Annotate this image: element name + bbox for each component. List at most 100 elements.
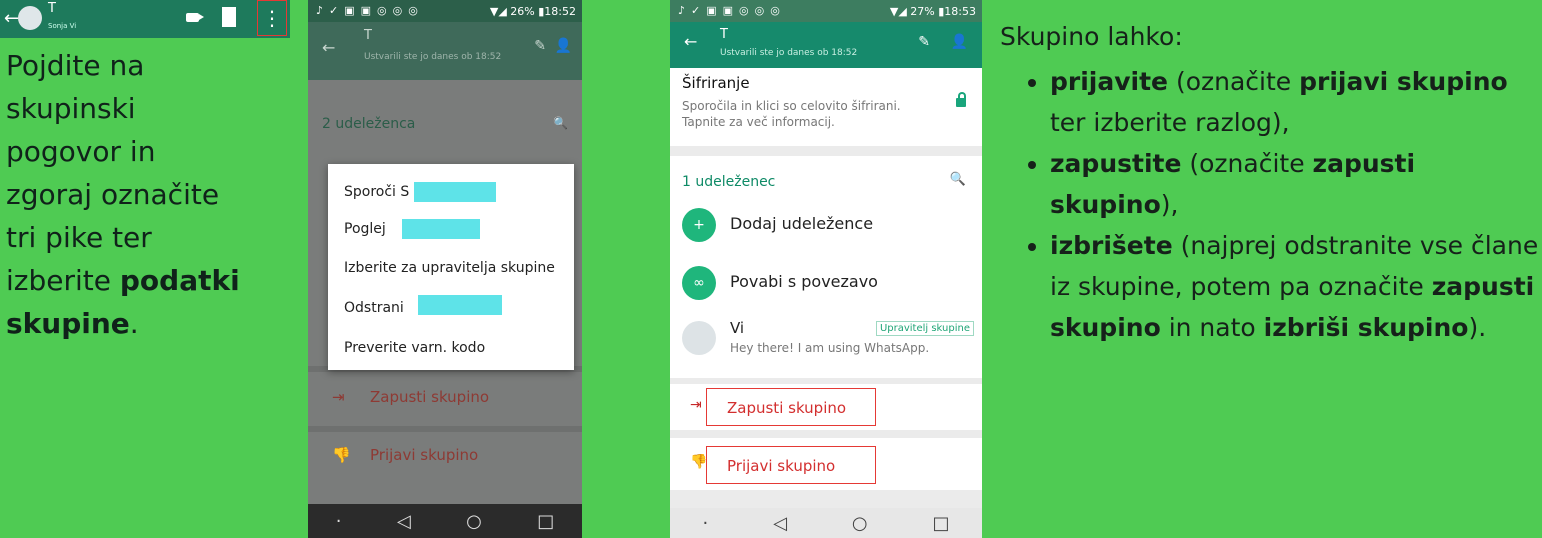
group-title: T: [364, 28, 372, 43]
option-text: in nato: [1160, 313, 1264, 342]
option-text: ),: [1160, 190, 1179, 219]
video-call-icon[interactable]: [186, 13, 204, 22]
nav-dot-icon: ·: [335, 510, 342, 532]
instruction-line: zgoraj označite: [6, 178, 220, 211]
option-leave: zapustite (označite zapusti skupino),: [1050, 143, 1540, 225]
dialog-item-view[interactable]: Poglej: [344, 221, 386, 237]
add-participants-label[interactable]: Dodaj udeležence: [730, 214, 873, 233]
nav-home-icon[interactable]: ○: [466, 511, 482, 532]
nav-recents-icon[interactable]: □: [537, 511, 554, 532]
edit-pencil-icon[interactable]: ✎: [918, 34, 930, 50]
instruction-bold: podatki: [119, 264, 240, 297]
redaction-box: [414, 182, 496, 202]
status-info: ▼◢ 27% ▮18:53: [889, 5, 976, 18]
exit-icon: ⇥: [332, 388, 345, 406]
nav-dot-icon: ·: [702, 512, 709, 534]
participants-count: 2 udeleženca: [322, 116, 416, 132]
link-icon: ∞: [682, 266, 716, 300]
dialog-item-verify-code[interactable]: Preverite varn. kodo: [344, 340, 485, 356]
invite-link-label[interactable]: Povabi s povezavo: [730, 272, 878, 291]
android-nav-bar: · ◁ ○ □: [670, 508, 982, 538]
nav-recents-icon[interactable]: □: [933, 513, 950, 534]
participants-card: 1 udeleženec 🔍 + Dodaj udeležence ∞ Pova…: [670, 156, 982, 378]
phone-call-icon[interactable]: ✆: [222, 7, 237, 27]
status-battery: 27%: [910, 5, 935, 18]
phone-screenshot-group-info: ♪✓▣▣◎◎◎ ▼◢ 27% ▮18:53 ← T Ustvarili ste …: [670, 0, 982, 538]
search-icon[interactable]: 🔍: [553, 116, 568, 130]
group-header: ← T Ustvarili ste jo danes ob 18:52 ✎ 👤: [308, 22, 582, 80]
status-icons: ♪✓▣▣◎◎◎: [678, 4, 786, 17]
exit-icon: ⇥: [690, 397, 702, 413]
more-options-icon[interactable]: ⋮: [257, 0, 287, 36]
chat-subtitle: Sonja Vi: [48, 22, 77, 30]
admin-badge: Upravitelj skupine: [875, 321, 974, 336]
option-bold: prijavite: [1050, 67, 1169, 96]
thumbs-down-icon: 👎: [690, 454, 708, 470]
status-icons: ♪✓▣▣◎◎◎: [316, 4, 424, 17]
add-user-icon[interactable]: 👤: [555, 38, 572, 54]
thumbs-down-icon: 👎: [332, 446, 351, 464]
group-subtitle: Ustvarili ste jo danes ob 18:52: [720, 48, 858, 58]
instruction-bold: skupine: [6, 307, 130, 340]
status-bar: ♪✓▣▣◎◎◎ ▼◢ 26% ▮18:52: [308, 0, 582, 22]
participant-options-dialog: Sporoči S Poglej Izberite za upravitelja…: [328, 164, 574, 370]
group-header: ← T Ustvarili ste jo danes ob 18:52 ✎ 👤: [670, 22, 982, 68]
option-delete: izbrišete (najprej odstranite vse člane …: [1050, 225, 1540, 348]
chat-topbar: ← T Sonja Vi ✆ ⋮: [0, 0, 290, 38]
back-arrow-icon[interactable]: ←: [684, 32, 697, 51]
status-info: ▼◢ 26% ▮18:52: [489, 5, 576, 18]
encryption-card[interactable]: Šifriranje Sporočila in klici so celovit…: [670, 68, 982, 146]
status-battery: 26%: [510, 5, 535, 18]
leave-group-label: Zapusti skupino: [370, 388, 490, 406]
instruction-line: Pojdite na: [6, 49, 145, 82]
leave-group-row[interactable]: ⇥ Zapusti skupino: [308, 366, 582, 424]
option-text: (označite: [1181, 149, 1313, 178]
exit-group-label[interactable]: Zapusti skupino: [706, 388, 876, 426]
report-group-row[interactable]: 👎 Prijavi skupino: [670, 438, 982, 490]
nav-back-icon[interactable]: ◁: [397, 511, 411, 532]
nav-home-icon[interactable]: ○: [852, 513, 868, 534]
dialog-item-remove[interactable]: Odstrani: [344, 300, 404, 316]
encryption-title: Šifriranje: [682, 74, 750, 92]
add-participant-icon: +: [682, 208, 716, 242]
avatar: [682, 321, 716, 355]
dialog-item-message[interactable]: Sporoči S: [344, 184, 409, 200]
instruction-line: skupine.: [6, 302, 286, 345]
back-arrow-icon[interactable]: ←: [322, 38, 335, 57]
me-name: Vi: [730, 319, 745, 337]
android-nav-bar: · ◁ ○ □: [308, 504, 582, 538]
option-bold: izbrišete: [1050, 231, 1173, 260]
instruction-line: pogovor in: [6, 135, 156, 168]
status-time: 18:52: [544, 5, 576, 18]
lock-icon: [956, 92, 966, 107]
instruction-end: .: [129, 307, 139, 340]
chat-title[interactable]: T: [48, 1, 56, 16]
phone-screenshot-dialog: ♪✓▣▣◎◎◎ ▼◢ 26% ▮18:52 ← T Ustvarili ste …: [308, 0, 582, 538]
report-group-row[interactable]: 👎 Prijavi skupino: [308, 426, 582, 484]
instruction-text: Pojdite na skupinski pogovor in zgoraj o…: [6, 44, 286, 345]
exit-group-row[interactable]: ⇥ Zapusti skupino: [670, 384, 982, 430]
avatar[interactable]: [18, 6, 42, 30]
redaction-box: [418, 295, 502, 315]
back-arrow-icon[interactable]: ←: [4, 8, 19, 29]
option-text: (označite: [1168, 67, 1300, 96]
add-user-icon[interactable]: 👤: [951, 34, 968, 50]
options-list: prijavite (označite prijavi skupino ter …: [1030, 61, 1540, 348]
group-title: T: [720, 27, 728, 42]
nav-back-icon[interactable]: ◁: [773, 513, 787, 534]
dialog-item-make-admin[interactable]: Izberite za upravitelja skupine: [344, 260, 555, 276]
search-icon[interactable]: 🔍: [950, 172, 966, 187]
me-status: Hey there! I am using WhatsApp.: [730, 341, 930, 355]
edit-pencil-icon[interactable]: ✎: [534, 38, 546, 54]
instruction-line: tri pike ter: [6, 221, 152, 254]
report-group-label[interactable]: Prijavi skupino: [706, 446, 876, 484]
report-group-label: Prijavi skupino: [370, 446, 479, 464]
status-bar: ♪✓▣▣◎◎◎ ▼◢ 27% ▮18:53: [670, 0, 982, 22]
redaction-box: [402, 219, 480, 239]
option-bold: prijavi skupino: [1299, 67, 1508, 96]
encryption-description: Sporočila in klici so celovito šifrirani…: [682, 99, 901, 129]
options-text: Skupino lahko: prijavite (označite prija…: [1000, 16, 1540, 348]
status-time: 18:53: [944, 5, 976, 18]
option-text: ).: [1468, 313, 1487, 342]
instruction-line: skupinski: [6, 92, 136, 125]
